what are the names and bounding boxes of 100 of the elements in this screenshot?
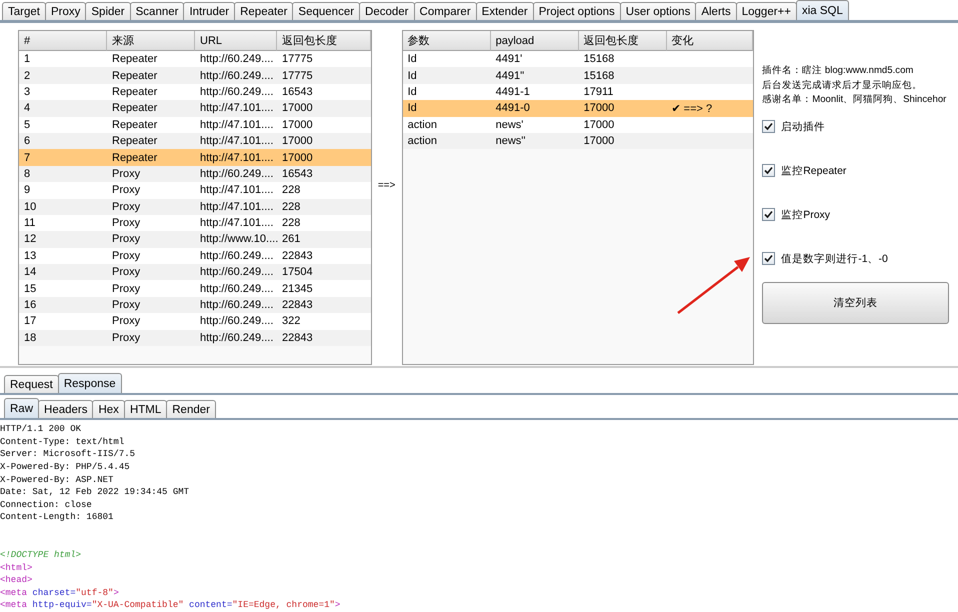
column-header[interactable]: 变化 xyxy=(666,31,754,51)
table-row[interactable]: 1 Repeater http://60.249.... 17775 xyxy=(19,51,371,68)
table-cell-text: 17775 xyxy=(281,68,314,84)
table-row[interactable]: 13 Proxy http://60.249.... 22843 xyxy=(19,248,371,264)
column-header[interactable]: URL xyxy=(195,31,277,51)
table-row[interactable]: action news' 17000 xyxy=(402,116,754,133)
table-row[interactable]: 8 Proxy http://60.249.... 16543 xyxy=(19,166,371,182)
table-cell-text: Proxy xyxy=(111,166,142,182)
table-row[interactable]: 12 Proxy http://www.10.... 261 xyxy=(19,231,371,248)
code-line: HTTP/1.1 200 OK xyxy=(0,423,82,436)
table-cell-text: news'' xyxy=(494,134,526,150)
table-row[interactable]: Id 4491-0 17000 ✔ ==> ? xyxy=(402,100,754,117)
table-row[interactable]: 7 Repeater http://47.101.... 17000 xyxy=(19,149,371,166)
checkbox[interactable] xyxy=(762,208,776,221)
code-line: X-Powered-By: PHP/5.4.45 xyxy=(0,461,131,474)
table-row[interactable]: 18 Proxy http://60.249.... 22843 xyxy=(19,330,371,346)
table-cell-text: 10 xyxy=(23,200,38,215)
tab[interactable]: Decoder xyxy=(359,2,415,20)
tab[interactable]: xia SQL xyxy=(796,0,849,20)
table-row[interactable]: 6 Repeater http://47.101.... 17000 xyxy=(19,132,371,150)
table-cell-text: 4 xyxy=(23,101,32,116)
table-cell-text: http://60.249.... xyxy=(199,52,274,68)
column-header[interactable]: # xyxy=(19,31,107,51)
tab[interactable]: Alerts xyxy=(695,2,737,20)
table-row[interactable]: 2 Repeater http://60.249.... 17775 xyxy=(19,67,371,84)
checkbox-label[interactable]: 启动插件 xyxy=(781,120,826,134)
checkbox[interactable] xyxy=(762,164,776,177)
table-cell-text: 4491-0 xyxy=(494,101,531,116)
tab[interactable]: Request xyxy=(4,375,59,394)
tab[interactable]: Render xyxy=(166,400,216,418)
column-header[interactable]: 返回包长度 xyxy=(277,31,371,51)
table-cell-text: 8 xyxy=(23,166,32,182)
checkbox-label[interactable]: 监控Repeater xyxy=(781,164,846,178)
table-cell-text: 15 xyxy=(23,282,38,297)
checkbox-label[interactable]: 值是数字则进行-1、-0 xyxy=(781,252,888,266)
table-row[interactable]: 17 Proxy http://60.249.... 322 xyxy=(19,313,371,330)
tab[interactable]: Response xyxy=(58,373,122,394)
tab[interactable]: Extender xyxy=(476,2,534,20)
table-cell-text: http://60.249.... xyxy=(199,166,274,182)
column-header[interactable]: payload xyxy=(490,31,579,51)
code-line: Content-Length: 16801 xyxy=(0,511,114,524)
table-cell-text: 17911 xyxy=(582,84,614,100)
table-row[interactable]: 14 Proxy http://60.249.... 17504 xyxy=(19,264,371,280)
table-cell-text: http://www.10.... xyxy=(199,232,277,248)
tab[interactable]: Repeater xyxy=(234,2,294,20)
table-cell-text: 22843 xyxy=(281,248,314,264)
table-cell-text: 7 xyxy=(23,150,32,166)
tab[interactable]: Proxy xyxy=(44,2,86,20)
arrow-label: ==> xyxy=(376,180,396,191)
tab[interactable]: Headers xyxy=(38,400,94,418)
table-cell-text: http://60.249.... xyxy=(199,68,274,84)
table-row[interactable]: 16 Proxy http://60.249.... 22843 xyxy=(19,296,371,314)
table-row[interactable]: 9 Proxy http://47.101.... 228 xyxy=(19,182,371,199)
table-cell-text: 228 xyxy=(281,200,302,215)
checkbox-label[interactable]: 监控Proxy xyxy=(781,208,830,222)
tab[interactable]: Target xyxy=(2,2,46,20)
table-cell-text: Proxy xyxy=(111,200,142,215)
table-row[interactable]: 4 Repeater http://47.101.... 17000 xyxy=(19,100,371,117)
column-header[interactable]: 参数 xyxy=(402,31,491,51)
tab[interactable]: Spider xyxy=(85,2,131,20)
table-cell-text: 17000 xyxy=(582,101,616,116)
table-row[interactable]: Id 4491'' 15168 xyxy=(402,67,754,84)
table-cell-text: Proxy xyxy=(111,248,142,264)
table-cell-text: Proxy xyxy=(111,298,142,314)
tab[interactable]: Hex xyxy=(92,400,125,418)
table-row[interactable]: 3 Repeater http://60.249.... 16543 xyxy=(19,84,371,100)
tab[interactable]: Intruder xyxy=(183,2,236,20)
table-cell-text: http://47.101.... xyxy=(199,101,274,116)
table-cell-text: action xyxy=(406,134,438,150)
table-row[interactable]: action news'' 17000 xyxy=(402,132,754,150)
tab[interactable]: User options xyxy=(620,2,696,20)
table-cell-text: 12 xyxy=(23,232,38,248)
table-cell-text: Proxy xyxy=(111,314,142,330)
tab[interactable]: Logger++ xyxy=(736,2,797,20)
checkbox[interactable] xyxy=(762,252,776,265)
table-cell-text: Repeater xyxy=(111,118,158,133)
table-row[interactable]: 15 Proxy http://60.249.... 21345 xyxy=(19,280,371,297)
table-cell-text: action xyxy=(406,118,438,133)
tab[interactable]: Project options xyxy=(532,2,621,20)
tab[interactable]: Sequencer xyxy=(292,2,360,20)
table-row[interactable]: 5 Repeater http://47.101.... 17000 xyxy=(19,116,371,133)
column-header[interactable]: 返回包长度 xyxy=(578,31,667,51)
tab[interactable]: Comparer xyxy=(414,2,477,20)
table-cell-text: 15168 xyxy=(582,52,616,68)
table-cell-text: Id xyxy=(406,101,418,116)
checkbox[interactable] xyxy=(762,120,776,133)
tab[interactable]: HTML xyxy=(124,400,168,418)
code-line: Connection: close xyxy=(0,498,93,512)
table-cell-text: 11 xyxy=(23,216,36,232)
tab[interactable]: Raw xyxy=(4,398,40,418)
table-row[interactable]: 11 Proxy http://47.101.... 228 xyxy=(19,214,371,232)
table-row[interactable]: Id 4491' 15168 xyxy=(402,51,754,68)
table-row[interactable]: Id 4491-1 17911 xyxy=(402,84,754,100)
clear-list-button[interactable]: 清空列表 xyxy=(762,282,950,324)
code-line: <head> xyxy=(0,574,34,587)
code-line: <meta charset="utf-8"> xyxy=(0,586,120,600)
column-header[interactable]: 来源 xyxy=(107,31,195,51)
tab[interactable]: Scanner xyxy=(130,2,184,20)
table-row[interactable]: 10 Proxy http://47.101.... 228 xyxy=(19,198,371,215)
table-cell-text: 228 xyxy=(281,183,302,198)
